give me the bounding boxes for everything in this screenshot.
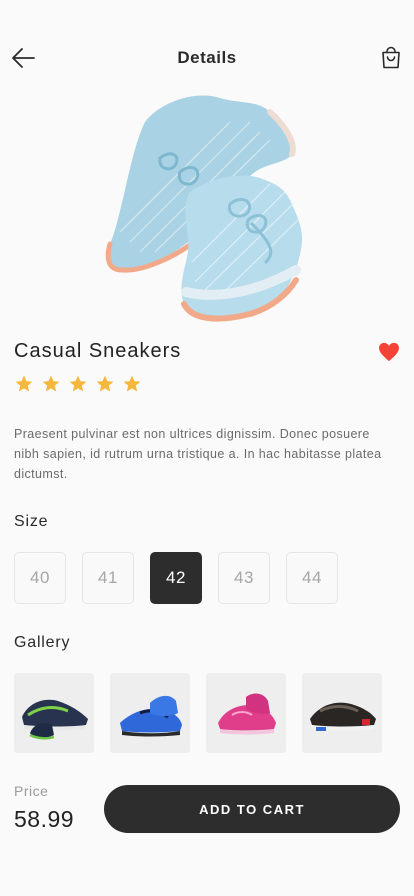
rating-stars	[14, 374, 142, 394]
product-hero-image	[100, 92, 314, 328]
gallery	[14, 673, 382, 753]
size-option-42[interactable]: 42	[150, 552, 202, 604]
size-option-44[interactable]: 44	[286, 552, 338, 604]
favorite-button[interactable]	[378, 342, 400, 362]
size-option-43[interactable]: 43	[218, 552, 270, 604]
shopping-bag-icon	[382, 46, 400, 69]
size-selector: 40 41 42 43 44	[14, 552, 338, 604]
page-title: Details	[177, 48, 237, 67]
gallery-thumb-pink-running-shoes[interactable]	[206, 673, 286, 753]
add-to-cart-button[interactable]: ADD TO CART	[104, 785, 400, 833]
gallery-thumb-blue-running-shoes[interactable]	[110, 673, 190, 753]
star-icon	[42, 375, 60, 392]
star-icon	[96, 375, 114, 392]
product-description: Praesent pulvinar est non ultrices digni…	[14, 427, 382, 481]
star-icon	[123, 375, 141, 392]
product-name: Casual Sneakers	[14, 340, 182, 362]
size-option-41[interactable]: 41	[82, 552, 134, 604]
price-label: Price	[14, 783, 49, 799]
price-value: 58.99	[14, 806, 75, 832]
header: Details	[0, 38, 414, 78]
star-icon	[69, 375, 87, 392]
heart-icon	[379, 342, 399, 362]
star-icon	[15, 375, 33, 392]
size-label: Size	[14, 513, 49, 530]
cart-button[interactable]	[380, 46, 402, 70]
gallery-thumb-black-red-sneakers[interactable]	[302, 673, 382, 753]
gallery-label: Gallery	[14, 634, 71, 651]
gallery-thumb-navy-green-running-shoes[interactable]	[14, 673, 94, 753]
size-option-40[interactable]: 40	[14, 552, 66, 604]
